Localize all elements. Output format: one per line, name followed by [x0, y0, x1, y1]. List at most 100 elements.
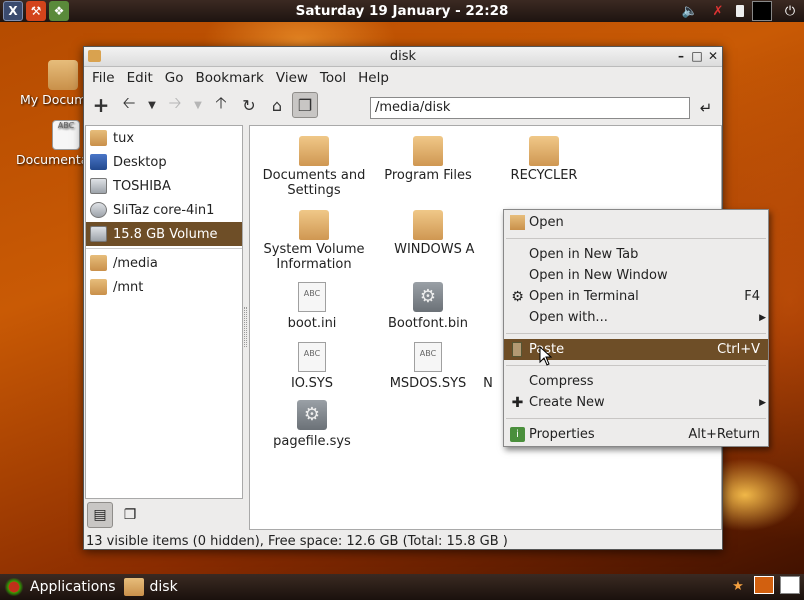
sidebar-item-label: /mnt	[113, 279, 144, 295]
workspace-switcher: ★	[728, 576, 800, 596]
file-label: N	[483, 376, 493, 391]
properties-icon: i	[510, 427, 525, 442]
location-bar[interactable]: /media/disk	[370, 97, 690, 119]
sidebar-item-label: TOSHIBA	[113, 178, 171, 194]
file-item[interactable]: ABC IO.SYS	[254, 342, 370, 391]
menu-tool[interactable]: Tool	[314, 70, 352, 86]
menu-item-create-new[interactable]: ✚ Create New ▶	[504, 392, 768, 413]
forward-history-chevron-icon[interactable]: ▼	[190, 92, 206, 118]
close-icon[interactable]: ✕	[707, 48, 719, 64]
reload-icon[interactable]: ↻	[236, 92, 262, 118]
home-icon[interactable]: ⌂	[264, 92, 290, 118]
menu-edit[interactable]: Edit	[121, 70, 159, 86]
taskbar-item-label: disk	[149, 579, 178, 595]
go-icon[interactable]: ↵	[694, 97, 718, 119]
window-titlebar[interactable]: disk – □ ✕	[84, 47, 722, 67]
file-label: Bootfont.bin	[387, 316, 469, 331]
text-document-icon: ABC	[298, 282, 326, 312]
sidebar-item-label: SliTaz core-4in1	[113, 202, 215, 218]
menu-item-open-new-window[interactable]: Open in New Window	[504, 265, 768, 286]
sidebar-mode-switch: ▤ ❐	[85, 500, 247, 530]
menubar: File Edit Go Bookmark View Tool Help	[84, 67, 722, 89]
workspace-1[interactable]	[754, 576, 774, 594]
menu-separator	[506, 418, 766, 419]
menu-item-properties[interactable]: i Properties Alt+Return	[504, 424, 768, 445]
power-icon[interactable]: ⏻	[780, 1, 800, 21]
notification-icon[interactable]: ★	[728, 576, 748, 596]
menu-file[interactable]: File	[86, 70, 121, 86]
sidebar-item-label: 15.8 GB Volume	[113, 226, 218, 242]
sidebar-item-slitaz[interactable]: SliTaz core-4in1	[86, 198, 242, 222]
sidebar-item-media[interactable]: /media	[86, 251, 242, 275]
menu-item-open-with[interactable]: Open with... ▶	[504, 307, 768, 328]
volume-icon[interactable]: 🔈	[680, 1, 700, 21]
back-history-chevron-icon[interactable]: ▼	[144, 92, 160, 118]
top-panel: X ⚒ ❖ Saturday 19 January - 22:28 🔈 ✗ ⏻	[0, 0, 804, 22]
binary-file-icon: ⚙	[297, 400, 327, 430]
sidebar-separator	[86, 248, 242, 249]
menu-item-open[interactable]: Open	[504, 212, 768, 233]
menu-go[interactable]: Go	[159, 70, 190, 86]
menu-item-compress[interactable]: Compress	[504, 371, 768, 392]
parent-folder-icon[interactable]: 🡡	[208, 92, 234, 118]
settings-icon[interactable]: ❖	[49, 1, 69, 21]
pane-splitter[interactable]	[244, 307, 247, 347]
file-item[interactable]: Documents and Settings	[256, 134, 372, 198]
submenu-arrow-icon: ▶	[759, 312, 766, 323]
spider-logo-icon	[4, 578, 24, 596]
applications-menu-button[interactable]: Applications	[4, 578, 116, 596]
menu-item-open-new-tab[interactable]: Open in New Tab	[504, 244, 768, 265]
file-label: RECYCLER	[510, 168, 578, 183]
text-document-icon: ABC	[414, 342, 442, 372]
binary-file-icon: ⚙	[413, 282, 443, 312]
maximize-icon[interactable]: □	[691, 48, 703, 64]
folder-icon	[529, 136, 559, 166]
file-item[interactable]: System Volume Information	[256, 208, 372, 272]
file-label: A	[465, 242, 475, 257]
menu-item-label: Create New	[529, 395, 605, 410]
terminal-icon[interactable]: X	[3, 1, 23, 21]
sidebar-item-toshiba[interactable]: TOSHIBA	[86, 174, 242, 198]
file-label: boot.ini	[287, 316, 337, 331]
taskbar-item-disk[interactable]: disk	[123, 578, 178, 596]
sidebar-item-mnt[interactable]: /mnt	[86, 275, 242, 299]
places-view-icon[interactable]: ▤	[87, 502, 113, 528]
sidebar-item-label: /media	[113, 255, 158, 271]
file-item[interactable]: ⚙ Bootfont.bin	[370, 282, 486, 331]
sidebar-item-desktop[interactable]: Desktop	[86, 150, 242, 174]
file-item[interactable]: A	[440, 208, 500, 257]
file-item[interactable]: RECYCLER	[486, 134, 602, 183]
directory-tree-icon[interactable]: ❐	[117, 502, 143, 528]
folder-icon	[48, 60, 78, 90]
workspace-2[interactable]	[780, 576, 800, 594]
forward-icon[interactable]: 🡢	[162, 92, 188, 118]
file-item[interactable]: N	[468, 342, 508, 391]
menu-item-label: Properties	[529, 427, 595, 442]
file-item[interactable]: ⚙ pagefile.sys	[254, 400, 370, 449]
network-icon[interactable]: ✗	[708, 1, 728, 21]
menu-item-open-terminal[interactable]: ⚙ Open in Terminal F4	[504, 286, 768, 307]
menu-view[interactable]: View	[270, 70, 314, 86]
new-tab-icon[interactable]: +	[88, 92, 114, 118]
clipboard-icon	[512, 342, 522, 357]
back-icon[interactable]: 🡠	[116, 92, 142, 118]
text-document-icon: ABC	[52, 120, 80, 150]
desktop-icon-label: My Documents	[20, 92, 83, 107]
battery-icon[interactable]	[736, 5, 744, 17]
folder-icon	[90, 130, 107, 146]
menu-item-label: Open in New Window	[529, 268, 668, 283]
new-file-icon: ✚	[511, 394, 524, 411]
file-item[interactable]: Program Files	[370, 134, 486, 183]
menu-help[interactable]: Help	[352, 70, 395, 86]
sidebar-item-tux[interactable]: tux	[86, 126, 242, 150]
minimize-icon[interactable]: –	[675, 48, 687, 64]
menu-bookmark[interactable]: Bookmark	[189, 70, 269, 86]
places-icon[interactable]: ❐	[292, 92, 318, 118]
text-document-icon: ABC	[298, 342, 326, 372]
file-item[interactable]: ABC boot.ini	[254, 282, 370, 331]
sidebar-item-15gb-volume[interactable]: 15.8 GB Volume	[86, 222, 242, 246]
desktop-icon	[90, 154, 107, 170]
tools-icon[interactable]: ⚒	[26, 1, 46, 21]
monitor-icon[interactable]	[752, 1, 772, 21]
file-label: IO.SYS	[290, 376, 334, 391]
